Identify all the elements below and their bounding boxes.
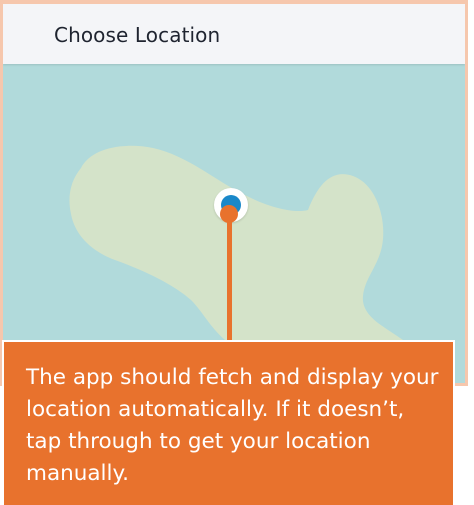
header-bar: Choose Location (3, 4, 465, 64)
page-title: Choose Location (54, 23, 221, 47)
phone-screen: Choose Location (0, 0, 468, 386)
map-canvas (69, 145, 413, 383)
callout-leader-line (227, 214, 232, 344)
callout-leader-dot (220, 205, 238, 223)
callout-text: The app should fetch and display your lo… (26, 365, 439, 486)
map-view[interactable] (3, 64, 465, 383)
screenshot-stage: Choose Location The app should fetch and… (0, 0, 474, 505)
annotation-callout: The app should fetch and display your lo… (2, 340, 455, 505)
